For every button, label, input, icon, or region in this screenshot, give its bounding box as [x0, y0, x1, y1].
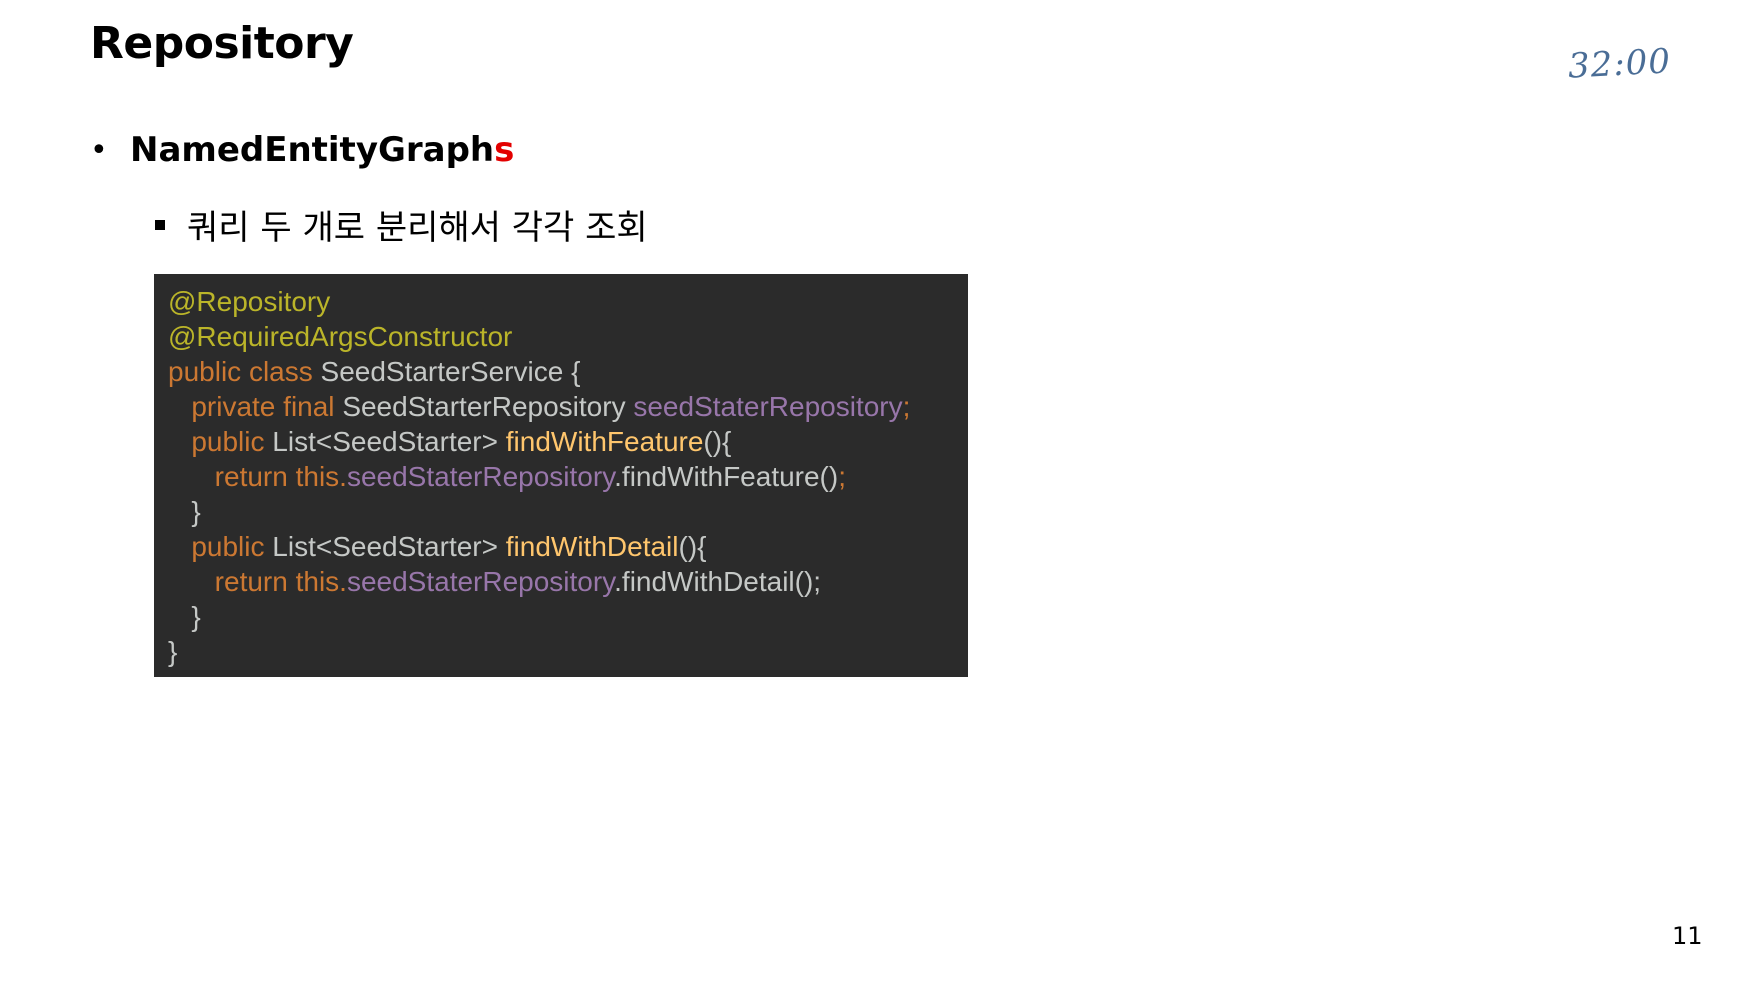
code-line: } — [168, 634, 968, 669]
code-line: @Repository — [168, 284, 968, 319]
bullet-text: 쿼리 두 개로 분리해서 각각 조회 — [187, 208, 648, 248]
slide-title: Repository — [90, 18, 354, 69]
code-token: findWithDetail — [505, 531, 679, 562]
code-token: } — [168, 496, 201, 527]
square-bullet-icon — [155, 219, 165, 230]
code-token: @Repository — [168, 286, 331, 317]
code-line: } — [168, 494, 968, 529]
code-line: @RequiredArgsConstructor — [168, 319, 968, 354]
code-token: .findWithFeature() — [614, 461, 839, 492]
code-token: (){ — [678, 531, 707, 562]
code-token: private final — [168, 391, 343, 422]
bullet-text: NamedEntityGraph — [130, 130, 495, 170]
code-token: } — [168, 636, 178, 667]
handwritten-timer-note: 32:00 — [1567, 41, 1672, 87]
code-token: public — [168, 531, 273, 562]
code-token: public — [168, 426, 273, 457]
code-token: ; — [838, 461, 846, 492]
code-line: public List<SeedStarter> findWithFeature… — [168, 424, 968, 459]
code-token: SeedStarterService { — [320, 356, 581, 387]
code-line: private final SeedStarterRepository seed… — [168, 389, 968, 424]
slide: Repository 32:00 • NamedEntityGraph s 쿼리 … — [0, 0, 1752, 985]
code-token: public class — [168, 356, 321, 387]
bullet-text-accent: s — [494, 130, 515, 170]
code-line: public List<SeedStarter> findWithDetail(… — [168, 529, 968, 564]
bullet-level2: 쿼리 두 개로 분리해서 각각 조회 — [155, 200, 648, 249]
code-token: List<SeedStarter> — [272, 531, 506, 562]
code-token: return this. — [168, 461, 347, 492]
code-token: } — [168, 601, 201, 632]
bullet-marker: • — [90, 132, 108, 168]
code-token: findWithFeature — [505, 426, 704, 457]
code-token: @RequiredArgsConstructor — [168, 321, 513, 352]
code-token: .findWithDetail(); — [614, 566, 822, 597]
code-line: return this.seedStaterRepository.findWit… — [168, 459, 968, 494]
code-line: public class SeedStarterService { — [168, 354, 968, 389]
code-token: ; — [902, 391, 911, 422]
code-token: return this. — [168, 566, 347, 597]
code-token: seedStaterRepository — [633, 391, 903, 422]
page-number: 11 — [1672, 922, 1703, 950]
code-token: seedStaterRepository — [346, 461, 615, 492]
code-line: return this.seedStaterRepository.findWit… — [168, 564, 968, 599]
code-token: SeedStarterRepository — [342, 391, 634, 422]
code-block: @Repository @RequiredArgsConstructor publi… — [154, 274, 968, 677]
code-token: (){ — [703, 426, 732, 457]
code-token: List<SeedStarter> — [272, 426, 506, 457]
code-line: } — [168, 599, 968, 634]
bullet-level1: • NamedEntityGraph s — [90, 130, 514, 170]
code-token: seedStaterRepository — [346, 566, 615, 597]
